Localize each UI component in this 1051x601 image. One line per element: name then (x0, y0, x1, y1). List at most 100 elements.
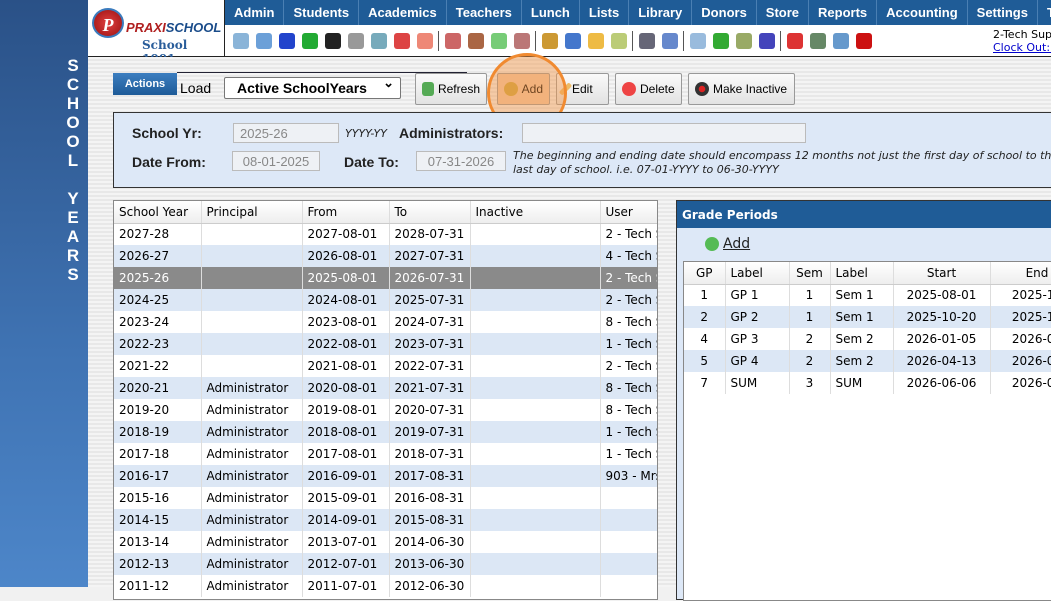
column-header[interactable]: Inactive (470, 201, 601, 224)
table-row[interactable]: 2027-28 2027-08-012028-07-31 2 - Tech Supp… (114, 223, 657, 245)
calendar-icon[interactable] (393, 32, 410, 49)
administrators-input[interactable] (522, 123, 806, 143)
column-header[interactable]: Sem (789, 262, 831, 285)
sidebar-letter: L (67, 151, 79, 170)
book-icon[interactable] (564, 32, 581, 49)
sidebar-title: SCHOOLYEARS (64, 56, 82, 284)
table-row[interactable]: 2016-17 Administrator 2016-09-01 2017-08-31… (114, 465, 657, 487)
grid-icon[interactable] (255, 32, 272, 49)
add-staff-icon[interactable] (444, 32, 461, 49)
bell-icon[interactable] (587, 32, 604, 49)
nav-donors[interactable]: Donors (692, 0, 757, 25)
table-cell: 2026-27 (114, 245, 202, 267)
printer-icon[interactable] (735, 32, 752, 49)
table-row[interactable]: 2017-18 Administrator 2017-08-01 2018-07-31… (114, 443, 657, 465)
lunch-icon[interactable] (541, 32, 558, 49)
column-header[interactable]: School Year (114, 201, 202, 224)
table-cell: 2014-15 (114, 509, 202, 531)
column-header[interactable]: Label (725, 262, 790, 285)
nav-ts[interactable]: TS (1038, 0, 1051, 25)
phone-icon[interactable] (324, 32, 341, 49)
table-cell: 2023-24 (114, 311, 202, 333)
actions-tab[interactable]: Actions (113, 73, 177, 95)
table-row[interactable]: 2024-25 2024-08-012025-07-31 2 - Tech Supp… (114, 289, 657, 311)
table-cell: 1 - Tech Support (600, 443, 657, 465)
nav-academics[interactable]: Academics (359, 0, 447, 25)
refresh-button[interactable]: Refresh (415, 73, 487, 105)
table-cell: 8 - Tech Support (600, 399, 657, 421)
column-header[interactable]: From (302, 201, 390, 224)
table-row[interactable]: 2018-19 Administrator 2018-08-01 2019-07-31… (114, 421, 657, 443)
table-row[interactable]: 2015-16 Administrator 2015-09-01 2016-08-31 (114, 487, 657, 509)
table-row[interactable]: 2021-22 2021-08-012022-07-31 2 - Tech Supp… (114, 355, 657, 377)
table-cell: 2 - Tech Support (600, 267, 657, 289)
register-icon[interactable] (809, 32, 826, 49)
table-row[interactable]: 1GP 11Sem 12025-08-012025-10 (684, 284, 1051, 306)
table-row[interactable]: 2014-15 Administrator 2014-09-01 2015-08-31 (114, 509, 657, 531)
table-row[interactable]: 4GP 32Sem 22026-01-052026-04 (684, 328, 1051, 350)
school-yr-input[interactable]: 2025-26 (233, 123, 339, 143)
nav-admin[interactable]: Admin (225, 0, 285, 25)
table-row[interactable]: 2012-13 Administrator 2012-07-01 2013-06-30 (114, 553, 657, 575)
pdf-icon[interactable] (786, 32, 803, 49)
ap-icon[interactable] (758, 32, 775, 49)
table-row[interactable]: 2026-27 2026-08-012027-07-31 4 - Tech Supp… (114, 245, 657, 267)
delete-button[interactable]: Delete (615, 73, 682, 105)
check-icon[interactable] (712, 32, 729, 49)
make-inactive-button[interactable]: Make Inactive (688, 73, 795, 105)
nav-settings[interactable]: Settings (968, 0, 1038, 25)
date-to-input[interactable]: 07-31-2026 (416, 151, 506, 171)
nav-reports[interactable]: Reports (809, 0, 878, 25)
table-row[interactable]: 2019-20 Administrator 2019-08-01 2020-07-31… (114, 399, 657, 421)
nav-lunch[interactable]: Lunch (522, 0, 580, 25)
teacher-icon[interactable] (638, 32, 655, 49)
nav-students[interactable]: Students (284, 0, 360, 25)
column-header[interactable]: GP (684, 262, 726, 285)
nav-store[interactable]: Store (757, 0, 810, 25)
export-icon[interactable] (610, 32, 627, 49)
table-row[interactable]: 2025-26 2025-08-012026-07-31 2 - Tech Supp… (114, 267, 657, 289)
image-icon[interactable] (370, 32, 387, 49)
table-row[interactable]: 2020-21 Administrator 2020-08-01 2021-07-31… (114, 377, 657, 399)
megaphone-icon[interactable] (416, 32, 433, 49)
nav-lists[interactable]: Lists (580, 0, 630, 25)
ledger-icon[interactable] (689, 32, 706, 49)
column-header[interactable]: Start (893, 262, 991, 285)
table-row[interactable]: 2022-23 2022-08-012023-07-31 1 - Tech Supp… (114, 333, 657, 355)
column-header[interactable]: To (389, 201, 471, 224)
table-row[interactable]: 2023-24 2023-08-012024-07-31 8 - Tech Supp… (114, 311, 657, 333)
add-grade-period-link[interactable]: Add (705, 236, 750, 252)
table-cell (470, 311, 601, 333)
power-icon[interactable] (855, 32, 872, 49)
plus-circle-icon (705, 237, 719, 251)
column-header[interactable]: Principal (201, 201, 303, 224)
column-header[interactable]: Label (830, 262, 894, 285)
table-cell: 2028-07-31 (389, 223, 471, 245)
nav-teachers[interactable]: Teachers (447, 0, 522, 25)
table-row[interactable]: 7SUM3SUM2026-06-062026-07 (684, 372, 1051, 394)
table-cell: 2012-06-30 (389, 575, 471, 597)
nav-library[interactable]: Library (629, 0, 693, 25)
nav-accounting[interactable]: Accounting (877, 0, 968, 25)
email-at-icon[interactable] (278, 32, 295, 49)
column-header[interactable]: End (990, 262, 1051, 285)
money-icon[interactable] (490, 32, 507, 49)
help-icon[interactable] (832, 32, 849, 49)
table-row[interactable]: 2GP 21Sem 12025-10-202025-12 (684, 306, 1051, 328)
table-row[interactable]: 5GP 42Sem 22026-04-132026-06 (684, 350, 1051, 372)
clock-icon[interactable] (661, 32, 678, 49)
chat-icon[interactable] (301, 32, 318, 49)
speaker-icon[interactable] (347, 32, 364, 49)
table-cell: 2025-26 (114, 267, 202, 289)
search-icon[interactable] (232, 32, 249, 49)
date-from-input[interactable]: 08-01-2025 (232, 151, 320, 171)
table-row[interactable]: 2011-12 Administrator 2011-07-01 2012-06-30 (114, 575, 657, 597)
staff-icon[interactable] (467, 32, 484, 49)
load-select[interactable]: Active SchoolYears (224, 75, 401, 99)
table-cell: 2027-28 (114, 223, 202, 245)
users-icon[interactable] (513, 32, 530, 49)
logo[interactable]: P PRAXISCHOOL School 1001 (88, 0, 225, 66)
table-row[interactable]: 2013-14 Administrator 2013-07-01 2014-06-30 (114, 531, 657, 553)
clock-out-link[interactable]: Clock Out: 2 (993, 41, 1051, 54)
column-header[interactable]: User (600, 201, 657, 224)
